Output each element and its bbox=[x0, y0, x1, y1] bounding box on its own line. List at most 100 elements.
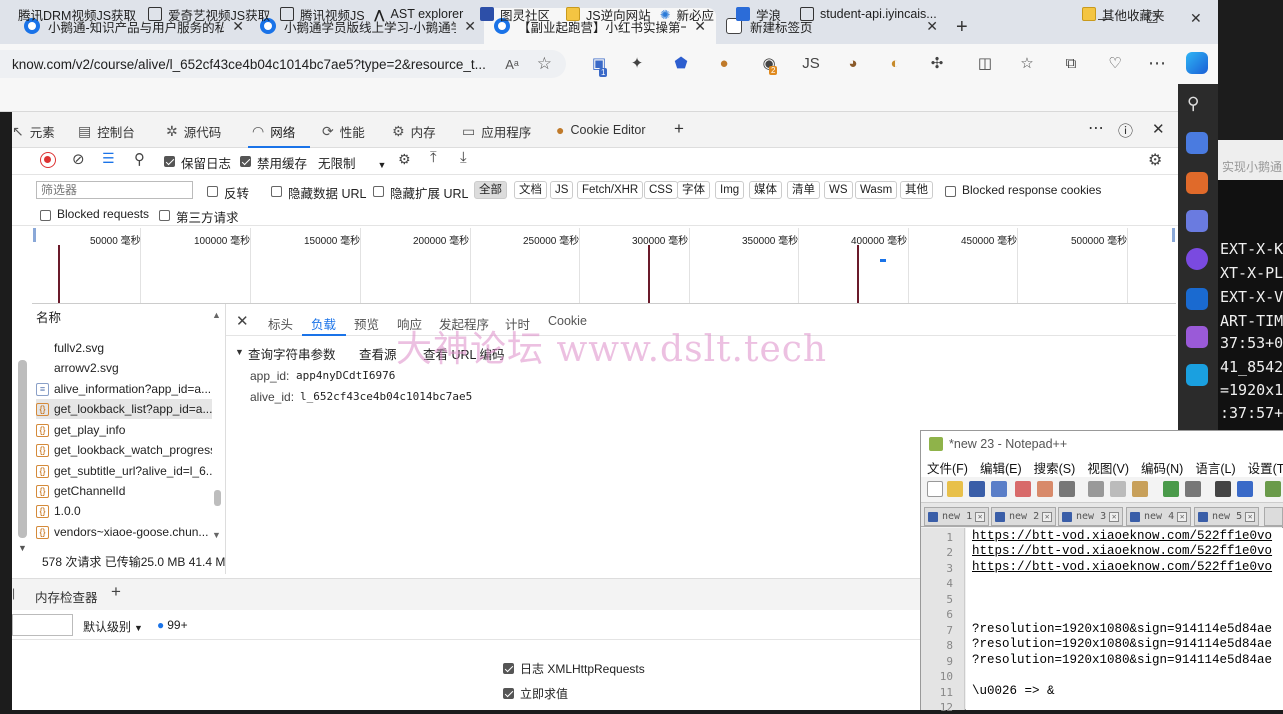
search-icon[interactable]: ⚲ bbox=[1187, 94, 1199, 114]
request-row[interactable]: {} get_lookback_watch_progress bbox=[36, 440, 212, 460]
bookmark-item[interactable]: ⋀ AST explorer bbox=[374, 5, 463, 23]
filter-type-img[interactable]: Img bbox=[715, 181, 745, 199]
request-row-selected[interactable]: {} get_lookback_list?app_id=a... bbox=[36, 399, 212, 419]
hide-data-urls-checkbox[interactable] bbox=[271, 184, 282, 198]
bookmark-item[interactable]: 腾讯DRM视频JS获取 bbox=[4, 5, 136, 23]
timeline-range-handle-left[interactable] bbox=[33, 228, 36, 242]
close-detail-icon[interactable]: ✕ bbox=[236, 312, 249, 330]
sidebar-tools-icon[interactable] bbox=[1186, 172, 1208, 194]
bookmark-item[interactable]: 图灵社区 bbox=[480, 5, 550, 23]
extension-js-icon[interactable]: JS bbox=[800, 52, 822, 74]
list-scroll-down-icon[interactable]: ▼ bbox=[212, 530, 221, 540]
notepad-tab[interactable]: new 4 ✕ bbox=[1126, 507, 1192, 526]
bookmark-item[interactable]: 爱奇艺视频JS获取 bbox=[148, 5, 270, 23]
undo-icon[interactable] bbox=[1163, 481, 1179, 497]
preserve-log-checkbox[interactable] bbox=[164, 154, 175, 168]
tab-payload[interactable]: 负载 bbox=[311, 314, 336, 333]
tab-memory[interactable]: ⚙ 内存 bbox=[392, 122, 436, 141]
filter-type-js[interactable]: JS bbox=[550, 181, 574, 199]
menu-file[interactable]: 文件(F) bbox=[927, 458, 968, 477]
sidebar-shopping-icon[interactable] bbox=[1186, 132, 1208, 154]
tab-headers[interactable]: 标头 bbox=[268, 314, 293, 333]
timeline-range-handle-right[interactable] bbox=[1172, 228, 1175, 242]
copilot-icon[interactable] bbox=[1186, 52, 1208, 74]
search-icon[interactable]: ⚲ bbox=[134, 150, 145, 168]
bookmark-folder[interactable]: JS逆向网站 bbox=[566, 5, 651, 23]
third-party-checkbox[interactable] bbox=[159, 208, 170, 222]
close-tab-icon[interactable]: ✕ bbox=[1177, 511, 1188, 522]
extension-pin-icon[interactable]: ✦ bbox=[626, 52, 648, 74]
address-bar[interactable]: know.com/v2/course/alive/l_652cf43ce4b04… bbox=[0, 50, 566, 78]
menu-edit[interactable]: 编辑(E) bbox=[980, 458, 1022, 477]
console-filter-input[interactable] bbox=[12, 614, 73, 636]
request-row[interactable]: arrowv2.svg bbox=[36, 358, 212, 378]
blocked-requests-checkbox[interactable] bbox=[40, 208, 51, 222]
extensions-puzzle-icon[interactable]: ✣ bbox=[926, 52, 948, 74]
new-tab-plus-icon[interactable]: + bbox=[956, 16, 968, 39]
redo-icon[interactable] bbox=[1185, 481, 1201, 497]
filter-input[interactable]: 筛选器 bbox=[36, 181, 193, 199]
bookmark-item[interactable]: 腾讯视频JS bbox=[280, 5, 365, 23]
tab-cookie-editor[interactable]: ● Cookie Editor bbox=[556, 122, 646, 138]
notepad-tab[interactable]: new 1 ✕ bbox=[924, 507, 990, 526]
add-tab-icon[interactable]: + bbox=[674, 119, 684, 139]
notepad-tab[interactable]: new 5 ✕ bbox=[1194, 507, 1260, 526]
tab-elements[interactable]: ↖ 元素 bbox=[12, 122, 55, 141]
replace-icon[interactable] bbox=[1237, 481, 1253, 497]
save-icon[interactable] bbox=[969, 481, 985, 497]
network-conditions-icon[interactable]: ⚙ bbox=[398, 151, 411, 168]
cut-icon[interactable] bbox=[1088, 481, 1104, 497]
other-bookmarks-folder[interactable]: 其他收藏夹 bbox=[1082, 5, 1165, 23]
bookmark-item[interactable]: ✺ 新必应 bbox=[660, 5, 714, 23]
tab-sources[interactable]: ✲ 源代码 bbox=[166, 122, 221, 141]
new-file-icon[interactable] bbox=[927, 481, 943, 497]
invert-checkbox[interactable] bbox=[207, 184, 218, 198]
filter-type-css[interactable]: CSS bbox=[644, 181, 678, 199]
find-icon[interactable] bbox=[1215, 481, 1231, 497]
download-har-icon[interactable]: ⤓ bbox=[460, 149, 467, 166]
code-line-url[interactable]: https://btt-vod.xiaoeknow.com/522ff1e0vo bbox=[972, 544, 1283, 558]
log-xhr-checkbox[interactable] bbox=[503, 661, 514, 675]
extension-cookie-icon[interactable]: ● bbox=[713, 52, 735, 74]
record-icon[interactable] bbox=[40, 152, 56, 168]
close-tab-icon[interactable]: ✕ bbox=[464, 18, 476, 35]
menu-view[interactable]: 视图(V) bbox=[1087, 458, 1129, 477]
copy-icon[interactable] bbox=[1110, 481, 1126, 497]
left-scrollbar-thumb[interactable] bbox=[18, 360, 27, 538]
collapse-triangle-icon[interactable]: ▼ bbox=[235, 347, 244, 357]
paste-icon[interactable] bbox=[1132, 481, 1148, 497]
filter-icon[interactable]: ☰ bbox=[102, 150, 115, 167]
notepad-tab[interactable]: new 3 ✕ bbox=[1058, 507, 1124, 526]
filter-type-font[interactable]: 字体 bbox=[677, 181, 710, 199]
query-params-section-title[interactable]: 查询字符串参数 bbox=[248, 344, 336, 363]
collections-icon[interactable]: ⧉ bbox=[1060, 52, 1082, 74]
settings-more-icon[interactable]: ⋯ bbox=[1146, 52, 1168, 74]
tab-application[interactable]: ▭ 应用程序 bbox=[462, 122, 531, 141]
filter-type-manifest[interactable]: 清单 bbox=[787, 181, 820, 199]
favorite-star-icon[interactable]: ☆ bbox=[537, 54, 552, 74]
filter-type-media[interactable]: 媒体 bbox=[749, 181, 782, 199]
close-all-icon[interactable] bbox=[1037, 481, 1053, 497]
clear-icon[interactable]: ⊘ bbox=[72, 150, 85, 168]
browser-essentials-icon[interactable]: ♡ bbox=[1104, 52, 1126, 74]
menu-search[interactable]: 搜索(S) bbox=[1034, 458, 1076, 477]
close-tab-icon[interactable]: ✕ bbox=[975, 511, 986, 522]
window-close-icon[interactable]: ✕ bbox=[1190, 10, 1202, 27]
network-settings-gear-icon[interactable]: ⚙ bbox=[1148, 150, 1162, 170]
request-row[interactable]: {} get_subtitle_url?alive_id=l_6... bbox=[36, 461, 212, 481]
eager-eval-checkbox[interactable] bbox=[503, 686, 514, 700]
save-all-icon[interactable] bbox=[991, 481, 1007, 497]
request-row[interactable]: ≡ alive_information?app_id=a... bbox=[36, 379, 212, 399]
bookmark-item[interactable]: 学浪 bbox=[736, 5, 781, 23]
print-icon[interactable] bbox=[1059, 481, 1075, 497]
close-tab-icon[interactable]: ✕ bbox=[1042, 511, 1053, 522]
throttle-select[interactable]: 无限制 ▼ bbox=[318, 153, 386, 172]
request-row[interactable]: {} getChannelId bbox=[36, 481, 212, 501]
name-column-header[interactable]: 名称 bbox=[36, 307, 61, 327]
extension-owl-icon[interactable]: ◕ bbox=[842, 52, 864, 74]
sidebar-send-icon[interactable] bbox=[1186, 364, 1208, 386]
blocked-cookies-checkbox[interactable] bbox=[945, 184, 956, 198]
split-screen-icon[interactable]: ◫ bbox=[974, 52, 996, 74]
request-row[interactable]: fullv2.svg bbox=[36, 338, 212, 358]
log-level-select[interactable]: 默认级别 ▼ bbox=[83, 618, 143, 635]
